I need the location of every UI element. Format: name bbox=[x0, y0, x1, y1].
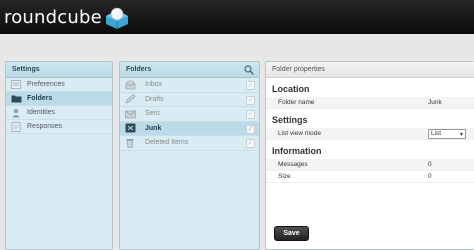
settings-item-identities[interactable]: Identities bbox=[6, 106, 112, 120]
folder-row-sent[interactable]: Sent ✓ bbox=[120, 107, 259, 122]
size-row: Size 0 bbox=[266, 171, 474, 183]
folder-label: Sent bbox=[145, 110, 160, 118]
folder-name-label: Folder name bbox=[278, 99, 315, 106]
folder-row-junk[interactable]: Junk ✓ bbox=[120, 121, 259, 136]
list-view-mode-select[interactable]: List ▾ bbox=[428, 128, 466, 139]
chevron-down-icon: ▾ bbox=[459, 131, 463, 138]
roundcube-logo[interactable]: roundcube bbox=[4, 6, 130, 30]
folder-name-row: Folder name Junk bbox=[266, 97, 474, 109]
save-button[interactable]: Save bbox=[274, 226, 309, 241]
folder-properties-title: Folder properties bbox=[266, 62, 474, 78]
messages-value: 0 bbox=[428, 161, 432, 168]
folders-panel: Folders Inbox ✓ Drafts ✓ Sent ✓ Junk ✓ D… bbox=[119, 61, 260, 250]
settings-panel-title: Settings bbox=[6, 62, 112, 78]
list-view-mode-selected: List bbox=[431, 130, 442, 137]
subscribe-checkbox[interactable]: ✓ bbox=[246, 124, 255, 134]
settings-item-folders[interactable]: Folders bbox=[6, 92, 112, 106]
logo-box-icon bbox=[104, 6, 130, 30]
folder-row-inbox[interactable]: Inbox ✓ bbox=[120, 78, 259, 93]
folder-name-value: Junk bbox=[428, 99, 442, 106]
folder-row-deleted-items[interactable]: Deleted Items ✓ bbox=[120, 136, 259, 151]
folder-label: Drafts bbox=[145, 95, 164, 103]
messages-label: Messages bbox=[278, 161, 308, 168]
drafts-icon bbox=[124, 94, 136, 104]
top-bar: roundcube bbox=[0, 0, 474, 34]
folder-label: Junk bbox=[145, 124, 162, 132]
information-heading: Information bbox=[272, 146, 322, 156]
subscribe-checkbox[interactable]: ✓ bbox=[246, 81, 255, 90]
messages-row: Messages 0 bbox=[266, 159, 474, 171]
location-heading: Location bbox=[272, 84, 310, 94]
subscribe-checkbox[interactable]: ✓ bbox=[246, 110, 255, 119]
folder-properties-panel: Folder properties Location Folder name J… bbox=[265, 61, 474, 250]
size-value: 0 bbox=[428, 173, 432, 180]
subscribe-checkbox[interactable]: ✓ bbox=[246, 139, 255, 148]
folder-label: Inbox bbox=[145, 81, 163, 89]
folders-icon bbox=[10, 94, 22, 104]
folder-row-drafts[interactable]: Drafts ✓ bbox=[120, 93, 259, 107]
settings-heading: Settings bbox=[272, 115, 308, 125]
logo-text: roundcube bbox=[4, 7, 102, 28]
settings-item-responses[interactable]: Responses bbox=[6, 120, 112, 134]
subscribe-checkbox[interactable]: ✓ bbox=[246, 95, 255, 105]
settings-panel: Settings Preferences Folders Identities … bbox=[5, 61, 113, 250]
settings-item-label: Folders bbox=[27, 95, 53, 102]
settings-item-preferences[interactable]: Preferences bbox=[6, 78, 112, 92]
preferences-icon bbox=[10, 80, 22, 90]
folders-panel-header: Folders bbox=[120, 62, 259, 78]
inbox-icon bbox=[124, 80, 136, 90]
trash-icon bbox=[124, 138, 136, 148]
settings-item-label: Identities bbox=[27, 109, 56, 116]
search-icon[interactable] bbox=[244, 65, 254, 75]
list-view-mode-row: List view mode List ▾ bbox=[266, 128, 474, 140]
settings-item-label: Preferences bbox=[27, 81, 65, 88]
settings-item-label: Responses bbox=[27, 123, 63, 130]
size-label: Size bbox=[278, 173, 291, 180]
responses-icon bbox=[10, 121, 22, 132]
folders-panel-title: Folders bbox=[126, 66, 152, 73]
folder-label: Deleted Items bbox=[145, 139, 189, 147]
junk-icon bbox=[124, 123, 136, 133]
list-view-mode-label: List view mode bbox=[278, 130, 321, 137]
sent-icon bbox=[124, 109, 136, 119]
identities-icon bbox=[10, 108, 22, 118]
